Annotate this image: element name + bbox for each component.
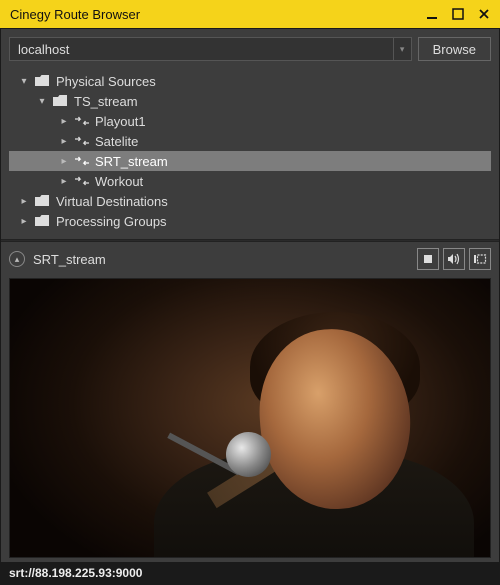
folder-icon [35, 215, 50, 227]
tree-item-satelite[interactable]: Satelite [9, 131, 491, 151]
stream-icon [75, 116, 89, 126]
tree-label: Satelite [95, 134, 138, 149]
expander-icon[interactable] [19, 76, 29, 87]
window-title: Cinegy Route Browser [10, 7, 420, 22]
tree-item-playout1[interactable]: Playout1 [9, 111, 491, 131]
tree-label: Playout1 [95, 114, 146, 129]
route-tree[interactable]: Physical Sources TS_stream Playout1 Sa [1, 69, 499, 239]
tree-label: SRT_stream [95, 154, 168, 169]
titlebar: Cinegy Route Browser [0, 0, 500, 28]
preview-title: SRT_stream [33, 252, 409, 267]
close-button[interactable] [472, 4, 496, 24]
tree-label: Physical Sources [56, 74, 156, 89]
tree-item-processing-groups[interactable]: Processing Groups [9, 211, 491, 231]
layout-button[interactable] [469, 248, 491, 270]
stream-icon [75, 176, 89, 186]
folder-icon [53, 95, 68, 107]
content-area: ▾ Browse Physical Sources TS_stream [0, 28, 500, 585]
tree-item-srt-stream[interactable]: SRT_stream [9, 151, 491, 171]
tree-item-virtual-destinations[interactable]: Virtual Destinations [9, 191, 491, 211]
tree-item-ts-stream[interactable]: TS_stream [9, 91, 491, 111]
stream-icon [75, 156, 89, 166]
minimize-button[interactable] [420, 4, 444, 24]
stop-button[interactable] [417, 248, 439, 270]
tree-label: Processing Groups [56, 214, 167, 229]
tree-label: Virtual Destinations [56, 194, 168, 209]
window-controls [420, 4, 496, 24]
address-input-wrap: ▾ [9, 37, 412, 61]
video-preview[interactable] [9, 278, 491, 558]
expander-icon[interactable] [59, 156, 69, 167]
folder-icon [35, 195, 50, 207]
expander-icon[interactable] [19, 216, 29, 227]
tree-item-workout[interactable]: Workout [9, 171, 491, 191]
maximize-button[interactable] [446, 4, 470, 24]
expander-icon[interactable] [59, 176, 69, 187]
browse-button[interactable]: Browse [418, 37, 491, 61]
address-input[interactable] [10, 38, 393, 60]
stream-icon [75, 136, 89, 146]
expander-icon[interactable] [37, 96, 47, 107]
collapse-button[interactable]: ▴ [9, 251, 25, 267]
folder-icon [35, 75, 50, 87]
tree-item-physical-sources[interactable]: Physical Sources [9, 71, 491, 91]
address-dropdown-button[interactable]: ▾ [393, 38, 411, 60]
tree-label: Workout [95, 174, 143, 189]
preview-controls [417, 248, 491, 270]
audio-button[interactable] [443, 248, 465, 270]
expander-icon[interactable] [59, 116, 69, 127]
expander-icon[interactable] [59, 136, 69, 147]
status-bar: srt://88.198.225.93:9000 [1, 562, 499, 584]
preview-header: ▴ SRT_stream [1, 242, 499, 276]
expander-icon[interactable] [19, 196, 29, 207]
status-url: srt://88.198.225.93:9000 [9, 566, 142, 580]
address-row: ▾ Browse [1, 29, 499, 69]
tree-label: TS_stream [74, 94, 138, 109]
